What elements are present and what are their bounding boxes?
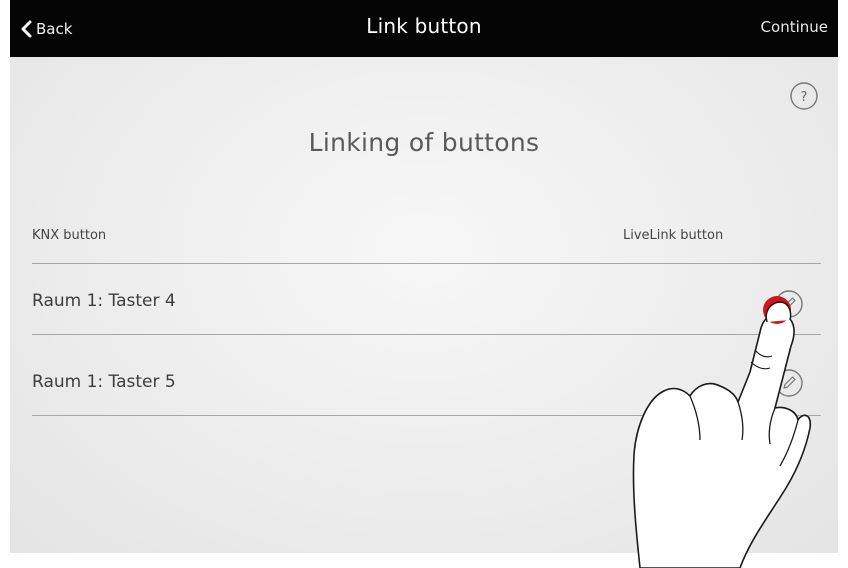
- help-question-icon[interactable]: ?: [789, 81, 819, 111]
- list-item-label[interactable]: Raum 1: Taster 5: [32, 372, 176, 392]
- page-title: Link button: [366, 14, 482, 38]
- top-navigation-bar: Back Link button Continue: [10, 0, 838, 57]
- column-header-livelink-button: LiveLink button: [623, 228, 724, 243]
- help-question-mark: ?: [801, 90, 808, 105]
- header-divider: [32, 263, 821, 264]
- edit-pencil-icon[interactable]: [774, 289, 804, 319]
- row-divider: [32, 415, 821, 416]
- section-heading: Linking of buttons: [308, 128, 540, 157]
- edit-pencil-icon[interactable]: [774, 368, 804, 398]
- app-screen: Back Link button Continue ? Linking of b…: [10, 0, 838, 553]
- continue-button[interactable]: Continue: [761, 18, 828, 36]
- list-item-label[interactable]: Raum 1: Taster 4: [32, 291, 176, 311]
- row-divider: [32, 334, 821, 335]
- column-header-knx-button: KNX button: [32, 228, 107, 243]
